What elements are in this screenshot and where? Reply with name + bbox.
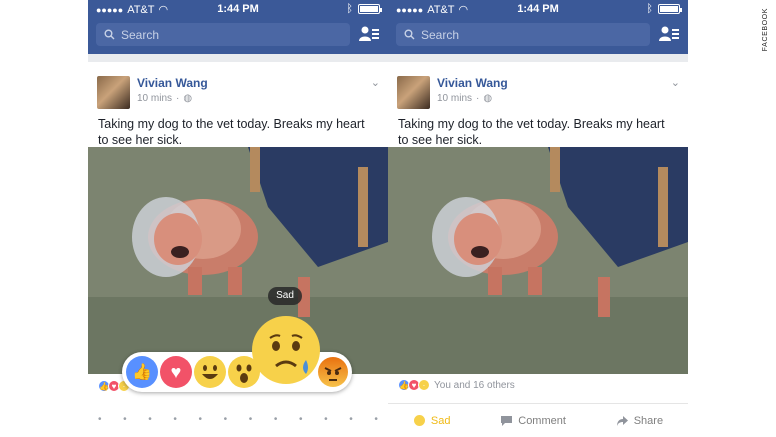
post-time: 10 mins (137, 93, 173, 104)
post-actions: Sad Comment Share (388, 403, 688, 437)
battery-icon (658, 4, 682, 14)
search-placeholder: Search (121, 27, 160, 42)
clock: 1:44 PM (517, 3, 559, 15)
angry-reaction-icon[interactable] (318, 357, 348, 387)
post-header: Vivian Wang 10 mins · ◍ ⌄ (88, 62, 388, 112)
reaction-summary-text: You and 16 others (434, 379, 515, 391)
status-bar: ●●●●● AT&T ◠ 1:44 PM ᛒ (388, 0, 688, 20)
post-author[interactable]: Vivian Wang (437, 76, 508, 90)
bluetooth-icon: ᛒ (346, 3, 353, 15)
friend-requests-icon[interactable] (659, 25, 679, 43)
sad-icon (412, 414, 426, 427)
search-placeholder: Search (421, 27, 460, 42)
post-time: 10 mins (437, 93, 473, 104)
watermark-text: FACEBOOK (762, 8, 769, 52)
mini-sad-icon: · (418, 379, 430, 391)
like-reaction-icon[interactable]: 👍 (126, 356, 158, 388)
share-button[interactable]: Share (616, 415, 663, 427)
avatar[interactable] (397, 76, 430, 109)
share-label: Share (633, 414, 664, 427)
feed-divider (88, 54, 388, 62)
comment-icon (501, 415, 513, 426)
search-input[interactable]: Search (96, 23, 350, 46)
love-reaction-icon[interactable]: ♥ (160, 356, 192, 388)
clock: 1:44 PM (217, 3, 259, 15)
dog-photo-image (388, 147, 688, 374)
share-icon (616, 415, 628, 426)
search-icon (404, 29, 415, 40)
separator-dot: · (176, 93, 180, 104)
comment-button[interactable]: Comment (500, 415, 566, 427)
feed-divider (388, 54, 688, 62)
post-photo[interactable] (88, 147, 388, 374)
friend-requests-icon[interactable] (359, 25, 379, 43)
post-photo[interactable] (388, 147, 688, 374)
source-watermark: FACEBOOK (762, 8, 774, 68)
sad-reaction-icon[interactable] (252, 316, 320, 384)
sad-action-button[interactable]: Sad (412, 414, 451, 427)
reaction-summary[interactable]: 👍 ♥ · You and 16 others (398, 379, 515, 391)
separator-dot: · (476, 93, 480, 104)
sad-action-label: Sad (430, 414, 451, 427)
post-meta: 10 mins · ◍ (437, 93, 492, 104)
post-header: Vivian Wang 10 mins · ◍ ⌄ (388, 62, 688, 112)
dog-photo-image (88, 147, 388, 374)
bluetooth-icon: ᛒ (646, 3, 653, 15)
right-phone-screen: ●●●●● AT&T ◠ 1:44 PM ᛒ Search Vivian Wan… (388, 0, 688, 437)
status-right: ᛒ (346, 3, 382, 15)
haha-reaction-icon[interactable] (194, 356, 226, 388)
battery-icon (358, 4, 382, 14)
search-icon (104, 29, 115, 40)
comparison-stage: ●●●●● AT&T ◠ 1:44 PM ᛒ Search Vivian Wan… (0, 0, 776, 437)
status-right: ᛒ (646, 3, 682, 15)
post-meta: 10 mins · ◍ (137, 93, 192, 104)
status-bar: ●●●●● AT&T ◠ 1:44 PM ᛒ (88, 0, 388, 20)
chevron-down-icon[interactable]: ⌄ (371, 76, 380, 89)
comment-label: Comment (518, 414, 566, 427)
post-author[interactable]: Vivian Wang (137, 76, 208, 90)
loading-dots: • • • • • • • • • • • • (98, 414, 378, 425)
chevron-down-icon[interactable]: ⌄ (671, 76, 680, 89)
top-bar: ●●●●● AT&T ◠ 1:44 PM ᛒ Search (388, 0, 688, 54)
globe-icon: ◍ (483, 93, 493, 104)
top-bar: ●●●●● AT&T ◠ 1:44 PM ᛒ Search (88, 0, 388, 54)
search-input[interactable]: Search (396, 23, 650, 46)
avatar[interactable] (97, 76, 130, 109)
globe-icon: ◍ (183, 93, 193, 104)
reaction-tooltip: Sad (268, 287, 302, 305)
